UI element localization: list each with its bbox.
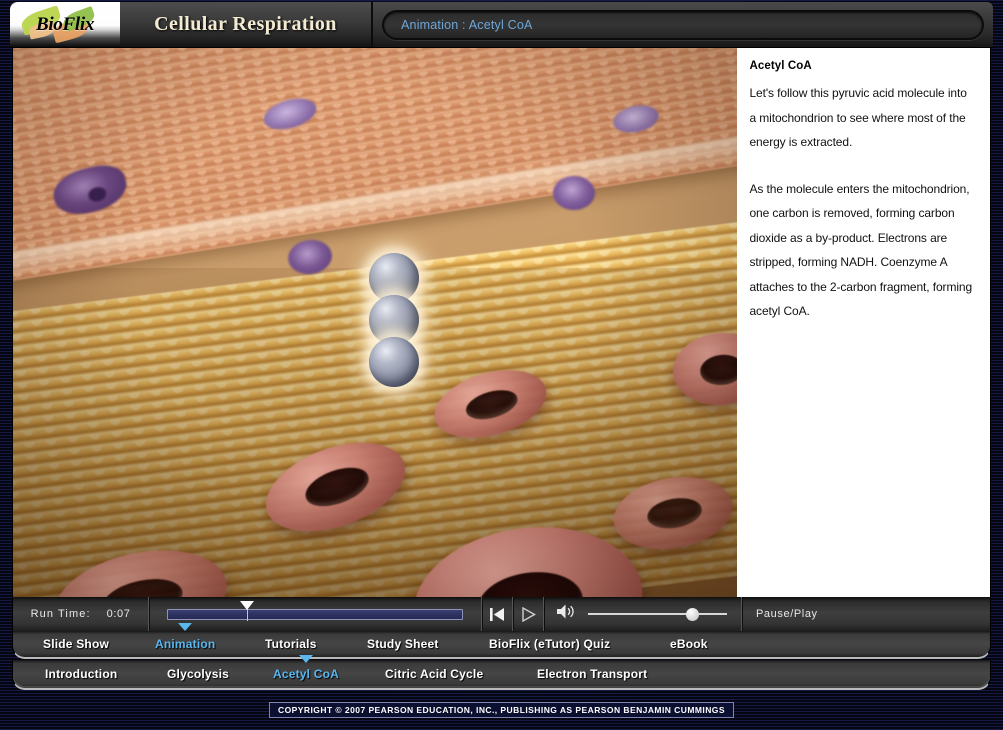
pore-opening xyxy=(473,565,588,597)
tab-bioflix-etutor-quiz[interactable]: BioFlix (eTutor) Quiz xyxy=(487,637,612,651)
timeline-scrubber[interactable] xyxy=(167,601,463,624)
tab-ebook[interactable]: eBook xyxy=(668,637,710,651)
play-icon xyxy=(521,606,536,622)
tab-animation[interactable]: Animation xyxy=(153,623,217,651)
logo-artwork: BioFlix xyxy=(19,4,111,43)
animation-viewport[interactable] xyxy=(13,48,738,597)
title-bar: BioFlix Cellular Respiration Animation :… xyxy=(10,2,993,48)
runtime-value: 0:07 xyxy=(106,608,131,620)
copyright-notice: COPYRIGHT © 2007 PEARSON EDUCATION, INC.… xyxy=(269,702,734,718)
volume-track[interactable] xyxy=(588,613,727,615)
nav-item-label: Acetyl CoA xyxy=(273,667,340,681)
address-bar[interactable]: Animation : Acetyl CoA xyxy=(382,9,984,40)
carbon-atom xyxy=(369,337,419,387)
tab-study-sheet[interactable]: Study Sheet xyxy=(365,637,441,651)
pore-opening xyxy=(99,572,186,597)
play-button[interactable] xyxy=(513,606,543,622)
chapter-tab-citric-acid-cycle[interactable]: Citric Acid Cycle xyxy=(383,667,485,681)
secondary-navigation: Introduction Glycolysis Acetyl CoA Citric A… xyxy=(12,655,991,690)
nav-item-label: Animation xyxy=(155,637,216,651)
primary-navigation: Slide Show Animation Tutorials Study Sheet B… xyxy=(12,623,991,659)
runtime-display: Run Time: 0:07 xyxy=(13,597,150,631)
chapter-tab-electron-transport[interactable]: Electron Transport xyxy=(535,667,649,681)
narration-text-panel: Acetyl CoA Let's follow this pyruvic aci… xyxy=(737,48,990,597)
tab-tutorials[interactable]: Tutorials xyxy=(263,637,319,651)
runtime-label: Run Time: xyxy=(30,608,91,620)
skip-to-start-button[interactable] xyxy=(482,607,512,622)
nav-item-label: Glycolysis xyxy=(167,667,230,681)
footer: COPYRIGHT © 2007 PEARSON EDUCATION, INC.… xyxy=(0,702,1003,718)
protein-complex xyxy=(553,176,595,210)
timeline-scrubber-cell xyxy=(149,597,483,631)
nav-item-label: Tutorials xyxy=(265,637,317,651)
pause-play-label: Pause/Play xyxy=(756,608,818,620)
narration-heading: Acetyl CoA xyxy=(749,60,812,72)
narration-paragraph: Let's follow this pyruvic acid molecule … xyxy=(749,86,967,149)
volume-button[interactable] xyxy=(556,603,576,625)
bioflix-logo[interactable]: BioFlix xyxy=(10,2,120,47)
active-tab-marker-icon xyxy=(178,623,193,631)
nav-item-label: Electron Transport xyxy=(537,667,648,681)
play-button-cell xyxy=(513,597,545,631)
tab-slide-show[interactable]: Slide Show xyxy=(41,637,111,651)
address-text: Animation : Acetyl CoA xyxy=(401,17,533,32)
pore-opening xyxy=(300,460,375,515)
pore-opening xyxy=(644,494,705,533)
logo-wordmark: BioFlix xyxy=(35,13,95,35)
nav-item-label: Introduction xyxy=(45,667,118,681)
nav-item-label: eBook xyxy=(670,637,708,651)
chapter-tab-introduction[interactable]: Introduction xyxy=(43,667,119,681)
timeline-track[interactable] xyxy=(167,608,463,620)
module-title-tab: Cellular Respiration xyxy=(120,2,373,47)
pyruvic-acid-molecule xyxy=(368,253,420,387)
volume-slider[interactable] xyxy=(588,606,727,622)
rewind-button-cell xyxy=(482,597,514,631)
speaker-icon xyxy=(557,604,574,619)
narration-paragraph: As the molecule enters the mitochondrion… xyxy=(749,181,973,319)
bioflix-application-window: BioFlix Cellular Respiration Animation :… xyxy=(10,2,993,695)
active-tab-marker-icon xyxy=(299,655,313,663)
nav-item-label: Slide Show xyxy=(43,637,110,651)
chapter-tab-glycolysis[interactable]: Glycolysis xyxy=(165,667,231,681)
nav-item-label: Study Sheet xyxy=(367,637,439,651)
volume-control-cell xyxy=(544,597,743,631)
timeline-thumb[interactable] xyxy=(239,601,254,610)
content-stage: Acetyl CoA Let's follow this pyruvic aci… xyxy=(12,48,991,597)
volume-knob[interactable] xyxy=(686,607,700,621)
address-bar-container: Animation : Acetyl CoA xyxy=(373,2,993,47)
chapter-tab-acetyl-coa[interactable]: Acetyl CoA xyxy=(271,655,341,681)
skip-to-start-icon xyxy=(490,607,504,621)
pore-opening xyxy=(698,352,738,387)
page-title: Cellular Respiration xyxy=(154,13,337,35)
mitochondrion-scene xyxy=(13,48,738,597)
nav-item-label: Citric Acid Cycle xyxy=(385,667,484,681)
nav-item-label: BioFlix (eTutor) Quiz xyxy=(489,637,611,651)
pore-opening xyxy=(462,384,521,425)
pause-play-cell[interactable]: Pause/Play xyxy=(742,597,990,631)
player-control-bar: Run Time: 0:07 Pause/Play xyxy=(12,597,991,631)
